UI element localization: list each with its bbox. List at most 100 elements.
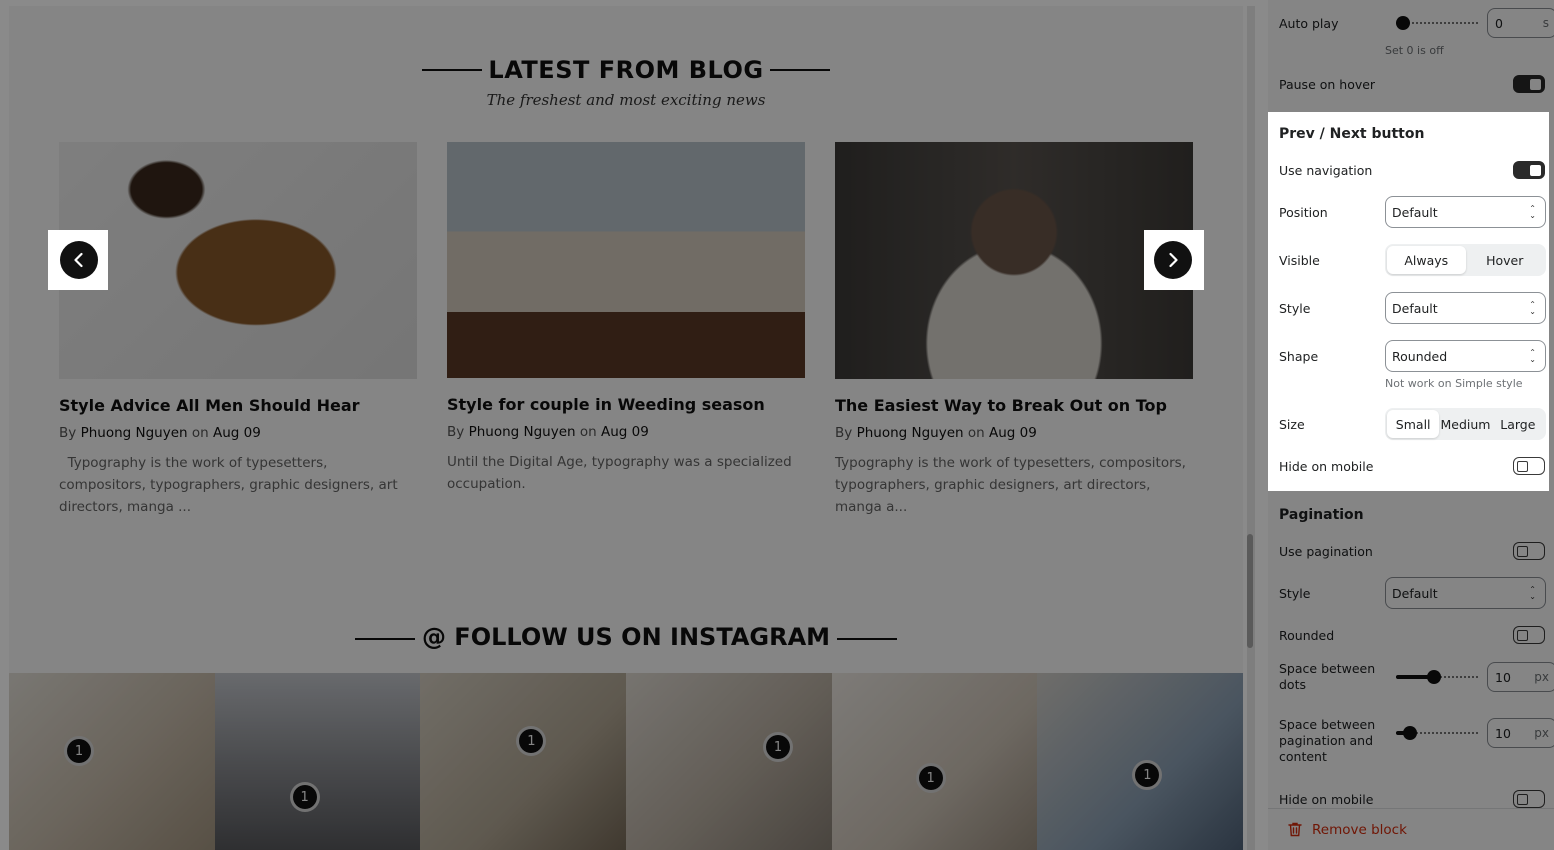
use-navigation-row: Use navigation: [1279, 160, 1545, 180]
autoplay-slider[interactable]: [1396, 16, 1480, 30]
blog-card-date: Aug 09: [213, 425, 261, 441]
blog-card-excerpt: Typography is the work of typesetters, c…: [835, 455, 1186, 515]
blog-card-date: Aug 09: [989, 425, 1037, 441]
pagination-hide-mobile-row: Hide on mobile: [1279, 789, 1545, 809]
slider-knob[interactable]: [1396, 16, 1410, 30]
blog-card-excerpt: Until the Digital Age, typography was a …: [447, 454, 792, 492]
pagination-hide-on-mobile-toggle[interactable]: [1513, 790, 1545, 808]
shape-row: Shape Rounded ⌃ ⌄: [1279, 340, 1546, 372]
remove-block-button[interactable]: Remove block: [1268, 808, 1554, 850]
size-option-small[interactable]: Small: [1387, 410, 1440, 438]
blog-card-author: Phuong Nguyen: [468, 424, 576, 440]
instagram-hotspot[interactable]: 1: [516, 726, 547, 756]
select-chevron-icon: ⌃ ⌄: [1529, 348, 1536, 364]
style-row: Style Default ⌃ ⌄: [1279, 292, 1546, 324]
select-chevron-icon: ⌃ ⌄: [1529, 585, 1536, 601]
autoplay-input[interactable]: 0 s: [1487, 8, 1554, 38]
nav-hide-on-mobile-toggle[interactable]: [1513, 457, 1545, 475]
storefront-page: LATEST FROM BLOG The freshest and most e…: [9, 6, 1243, 850]
shape-hint: Not work on Simple style: [1385, 377, 1523, 390]
space-dots-row: Space between dots 10 px: [1279, 661, 1554, 693]
preview-scrollbar-thumb[interactable]: [1247, 534, 1253, 648]
space-dots-slider[interactable]: [1396, 670, 1480, 684]
nav-section-title: Prev / Next button: [1279, 126, 1425, 142]
instagram-photo[interactable]: 1: [831, 673, 1038, 850]
pagination-section-title: Pagination: [1279, 507, 1364, 523]
select-chevron-icon: ⌃ ⌄: [1529, 300, 1536, 316]
chevron-left-icon: [74, 252, 83, 268]
space-content-input[interactable]: 10 px: [1487, 718, 1554, 748]
blog-card-meta: By Phuong Nguyen on Aug 09: [447, 424, 649, 440]
instagram-hotspot[interactable]: 1: [1132, 760, 1163, 790]
instagram-photo[interactable]: 1: [9, 673, 215, 850]
nav-hide-mobile-row: Hide on mobile: [1279, 456, 1545, 476]
next-slide-button[interactable]: [1154, 241, 1192, 279]
autoplay-hint: Set 0 is off: [1385, 44, 1444, 57]
position-row: Position Default ⌃ ⌄: [1279, 196, 1546, 228]
blog-card[interactable]: Style Advice All Men Should Hear By Phuo…: [59, 142, 417, 518]
instagram-grid: 1 1 1 1 1 1: [9, 673, 1243, 850]
visible-option-hover[interactable]: Hover: [1466, 246, 1545, 274]
preview-scrollbar-track[interactable]: [1247, 6, 1255, 850]
blog-card-meta: By Phuong Nguyen on Aug 09: [59, 425, 261, 441]
slider-knob[interactable]: [1427, 670, 1441, 684]
slider-knob[interactable]: [1403, 726, 1417, 740]
space-content-row: Space between pagination and content 10 …: [1279, 717, 1554, 765]
rounded-toggle[interactable]: [1513, 626, 1545, 644]
chevron-right-icon: [1169, 252, 1178, 268]
blog-card-title[interactable]: Style Advice All Men Should Hear: [59, 396, 417, 415]
blog-card[interactable]: Style for couple in Weeding season By Ph…: [447, 142, 805, 495]
pause-on-hover-toggle[interactable]: [1513, 75, 1545, 93]
instagram-hotspot[interactable]: 1: [289, 782, 320, 812]
pagination-style-select[interactable]: Default ⌃ ⌄: [1385, 577, 1546, 609]
blog-card-title[interactable]: Style for couple in Weeding season: [447, 395, 805, 414]
visible-option-always[interactable]: Always: [1387, 246, 1466, 274]
blog-title-line-right: [770, 69, 830, 71]
instagram-photo[interactable]: 1: [626, 673, 832, 850]
size-segmented: Small Medium Large: [1385, 408, 1546, 440]
instagram-hotspot[interactable]: 1: [915, 763, 946, 793]
pause-on-hover-row: Pause on hover: [1279, 74, 1545, 94]
prev-slide-button[interactable]: [60, 241, 98, 279]
size-row: Size Small Medium Large: [1279, 408, 1546, 440]
blog-card-meta: By Phuong Nguyen on Aug 09: [835, 425, 1037, 441]
size-option-large[interactable]: Large: [1492, 410, 1544, 438]
blog-card-image[interactable]: [447, 142, 805, 378]
visible-segmented: Always Hover: [1385, 244, 1546, 276]
space-content-slider[interactable]: [1396, 726, 1480, 740]
blog-card-title[interactable]: The Easiest Way to Break Out on Top: [835, 396, 1193, 415]
instagram-photo[interactable]: 1: [214, 673, 421, 850]
blog-card[interactable]: The Easiest Way to Break Out on Top By P…: [835, 142, 1193, 518]
blog-card-image[interactable]: [59, 142, 417, 379]
space-dots-input[interactable]: 10 px: [1487, 662, 1554, 692]
select-chevron-icon: ⌃ ⌄: [1529, 204, 1536, 220]
use-pagination-toggle[interactable]: [1513, 542, 1545, 560]
autoplay-label: Auto play: [1279, 15, 1339, 31]
instagram-section-title: @ FOLLOW US ON INSTAGRAM: [421, 623, 831, 651]
instagram-photo[interactable]: 1: [420, 673, 627, 850]
blog-card-author: Phuong Nguyen: [856, 425, 964, 441]
autoplay-row: Auto play 0 s: [1279, 8, 1554, 38]
style-select[interactable]: Default ⌃ ⌄: [1385, 292, 1546, 324]
use-navigation-toggle[interactable]: [1513, 161, 1545, 179]
instagram-photo[interactable]: 1: [1037, 673, 1243, 850]
blog-card-excerpt: Typography is the work of typesetters, c…: [59, 455, 402, 515]
instagram-title-line-right: [837, 638, 897, 640]
trash-icon: [1288, 822, 1302, 837]
instagram-hotspot[interactable]: 1: [763, 732, 794, 762]
blog-card-author: Phuong Nguyen: [80, 425, 188, 441]
instagram-hotspot[interactable]: 1: [64, 736, 94, 766]
rounded-row: Rounded: [1279, 625, 1545, 645]
visible-row: Visible Always Hover: [1279, 244, 1546, 276]
settings-panel: Auto play 0 s Set 0 is off Pause on hove…: [1268, 0, 1554, 850]
preview-canvas: LATEST FROM BLOG The freshest and most e…: [0, 0, 1268, 850]
blog-section-title: LATEST FROM BLOG: [488, 56, 764, 84]
size-option-medium[interactable]: Medium: [1439, 410, 1491, 438]
blog-section-subtitle: The freshest and most exciting news: [486, 91, 766, 109]
panel-overlay-right: [1549, 112, 1554, 491]
use-pagination-row: Use pagination: [1279, 541, 1545, 561]
pagination-style-row: Style Default ⌃ ⌄: [1279, 577, 1546, 609]
position-select[interactable]: Default ⌃ ⌄: [1385, 196, 1546, 228]
shape-select[interactable]: Rounded ⌃ ⌄: [1385, 340, 1546, 372]
blog-card-image[interactable]: [835, 142, 1193, 379]
